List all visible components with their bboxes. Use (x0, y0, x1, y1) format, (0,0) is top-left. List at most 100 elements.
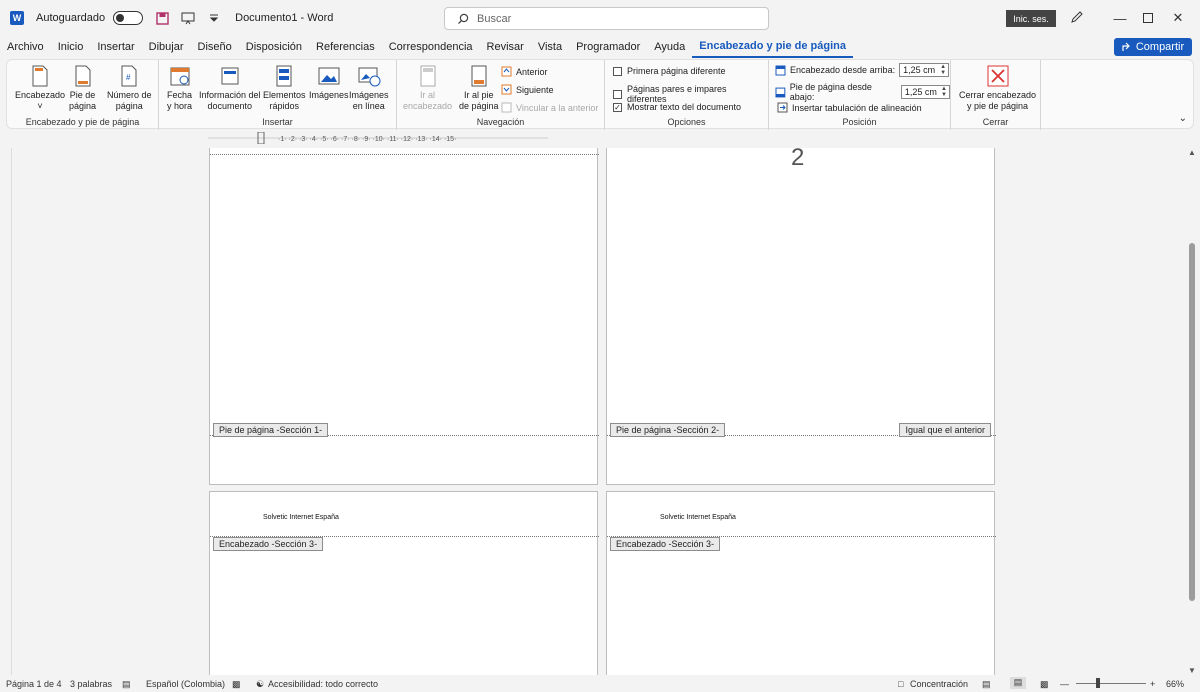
previous-icon (501, 66, 512, 77)
focus-mode[interactable]: Concentración (910, 679, 968, 689)
iral-enc-label-2: encabezado (403, 101, 453, 111)
group-opciones: Primera página diferente Páginas pares e… (605, 60, 769, 130)
read-mode-icon[interactable]: ▤ (982, 679, 991, 690)
page-1[interactable]: Pie de página -Sección 1- (209, 148, 599, 485)
vincular-button[interactable]: Vincular a la anterior (501, 102, 598, 113)
tab-ayuda[interactable]: Ayuda (647, 36, 692, 58)
share-button[interactable]: Compartir (1114, 38, 1192, 56)
mostrar-texto-checkbox[interactable]: ✓ Mostrar texto del documento (613, 102, 741, 112)
header-text[interactable]: Solvetic Internet España (660, 514, 736, 521)
pie-abajo-label: Pie de página desde abajo: (789, 82, 872, 102)
word-count[interactable]: 3 palabras (70, 679, 112, 689)
svg-text:#: # (126, 73, 131, 82)
web-layout-icon[interactable]: ▩ (1040, 679, 1049, 690)
ir-pie-button[interactable]: Ir al pie de página (459, 64, 499, 112)
language[interactable]: Español (Colombia) (146, 679, 225, 689)
tab-disposicion[interactable]: Disposición (239, 36, 309, 58)
share-label: Compartir (1135, 41, 1185, 53)
primera-pagina-checkbox[interactable]: Primera página diferente (613, 66, 726, 76)
accessibility-status[interactable]: Accesibilidad: todo correcto (268, 679, 378, 689)
group-insertar: Fecha y hora Información del documento E… (159, 60, 397, 130)
page-4[interactable]: Solvetic Internet España Encabezado -Sec… (606, 491, 996, 675)
horizontal-ruler[interactable]: ·1· ·2· ·3· ·4· ·5· ·6· ·7· ·8· ·9· ·10·… (208, 132, 548, 144)
pie-abajo-input[interactable]: 1,25 cm ▲ ▼ (900, 85, 950, 99)
fecha-hora-button[interactable]: Fecha y hora (167, 64, 192, 112)
scroll-down-icon[interactable]: ▼ (1188, 666, 1196, 675)
customize-toolbar-icon[interactable] (207, 11, 221, 25)
print-layout-icon[interactable]: ▤ (1010, 677, 1026, 689)
search-input[interactable]: Buscar (444, 7, 769, 30)
footer-bottom-icon (775, 87, 786, 97)
image-icon (318, 67, 340, 85)
page-2[interactable]: 2 Pie de página -Sección 2- Igual que el… (606, 148, 996, 485)
zoom-level[interactable]: 66% (1166, 679, 1184, 689)
page-count[interactable]: Página 1 de 4 (6, 679, 62, 689)
tab-diseno[interactable]: Diseño (191, 36, 239, 58)
tab-dibujar[interactable]: Dibujar (142, 36, 191, 58)
pie-label-2: página (69, 101, 97, 111)
close-icon (987, 65, 1009, 87)
group-label-encabezado: Encabezado y pie de página (25, 117, 140, 127)
zoom-out-icon[interactable]: — (1060, 679, 1069, 689)
tab-encabezado-pie[interactable]: Encabezado y pie de página (692, 36, 853, 58)
ir-encabezado-button[interactable]: Ir al encabezado (403, 64, 452, 112)
info-label-1: Información del (199, 90, 261, 100)
calendar-icon (170, 67, 189, 86)
enc-arriba-label: Encabezado desde arriba: (790, 65, 896, 75)
online-image-icon (358, 67, 381, 87)
cerrar-label-1: Cerrar encabezado (959, 90, 1037, 100)
tab-insertar[interactable]: Insertar (90, 36, 141, 58)
encabezado-button[interactable]: Encabezado ˅ (15, 64, 65, 112)
page-3[interactable]: Solvetic Internet España Encabezado -Sec… (209, 491, 599, 675)
imagenes-button[interactable]: Imágenes (309, 64, 349, 101)
text-predictions-icon[interactable]: ▩ (232, 679, 241, 690)
anterior-button[interactable]: Anterior (501, 66, 548, 77)
header-text[interactable]: Solvetic Internet España (263, 514, 339, 521)
zoom-slider[interactable] (1076, 683, 1146, 684)
zoom-in-icon[interactable]: + (1150, 679, 1155, 689)
tab-vista[interactable]: Vista (531, 36, 569, 58)
vertical-ruler[interactable] (6, 148, 12, 678)
iral-pie-label-2: de página (459, 101, 499, 111)
zoom-slider-thumb[interactable] (1096, 678, 1100, 688)
pares-impares-checkbox[interactable]: Páginas pares e impares diferentes (613, 84, 768, 104)
spin-arrows-icon[interactable]: ▲ ▼ (941, 86, 949, 98)
save-icon[interactable] (155, 11, 169, 25)
tab-revisar[interactable]: Revisar (480, 36, 531, 58)
signin-button[interactable]: Inic. ses. (1006, 10, 1056, 27)
numero-pagina-button[interactable]: # Número de página (107, 64, 152, 112)
spin-arrows-icon[interactable]: ▲ ▼ (940, 64, 948, 76)
pie-pagina-button[interactable]: Pie de página (69, 64, 96, 112)
vincular-label: Vincular a la anterior (516, 102, 599, 113)
close-window-icon[interactable]: ✕ (1170, 10, 1186, 26)
svg-text:·1· ·2· ·3· ·4· ·5· ·6·: ·1· ·2· ·3· ·4· ·5· ·6· ·7· ·8· ·9· ·10·… (278, 136, 456, 143)
chevron-down-icon: ˅ (37, 101, 43, 111)
tab-programador[interactable]: Programador (569, 36, 647, 58)
touch-mode-icon[interactable] (181, 11, 195, 25)
group-label-posicion: Posición (842, 117, 877, 127)
informacion-documento-button[interactable]: Información del documento (199, 64, 261, 112)
scrollbar-thumb[interactable] (1189, 243, 1195, 601)
cerrar-encabezado-button[interactable]: Cerrar encabezado y pie de página (959, 64, 1036, 112)
tab-archivo[interactable]: Archivo (0, 36, 51, 58)
siguiente-button[interactable]: Siguiente (501, 84, 554, 95)
chevron-down-icon[interactable]: ⌄ (1179, 113, 1187, 124)
tab-alignment-icon (777, 102, 788, 113)
autosave-toggle[interactable] (113, 11, 144, 25)
document-area[interactable]: Pie de página -Sección 1- 2 Pie de págin… (18, 148, 1186, 675)
elem-label-2: rápidos (269, 101, 300, 111)
proofing-icon[interactable]: ▤ (122, 679, 131, 690)
insertar-tabulacion-button[interactable]: Insertar tabulación de alineación (777, 102, 922, 113)
vertical-scrollbar[interactable]: ▲ ▼ (1186, 148, 1198, 675)
maximize-icon[interactable] (1140, 10, 1156, 26)
enc-arriba-value: 1,25 cm (903, 65, 936, 75)
tab-inicio[interactable]: Inicio (51, 36, 91, 58)
pen-icon[interactable] (1070, 10, 1084, 27)
tab-referencias[interactable]: Referencias (309, 36, 382, 58)
encabezado-arriba-input[interactable]: 1,25 cm ▲ ▼ (899, 63, 950, 77)
scroll-up-icon[interactable]: ▲ (1188, 148, 1196, 157)
minimize-icon[interactable]: — (1112, 10, 1128, 26)
tab-correspondencia[interactable]: Correspondencia (382, 36, 480, 58)
imagenes-linea-button[interactable]: Imágenes en línea (349, 64, 389, 112)
elementos-rapidos-button[interactable]: Elementos rápidos (263, 64, 306, 112)
